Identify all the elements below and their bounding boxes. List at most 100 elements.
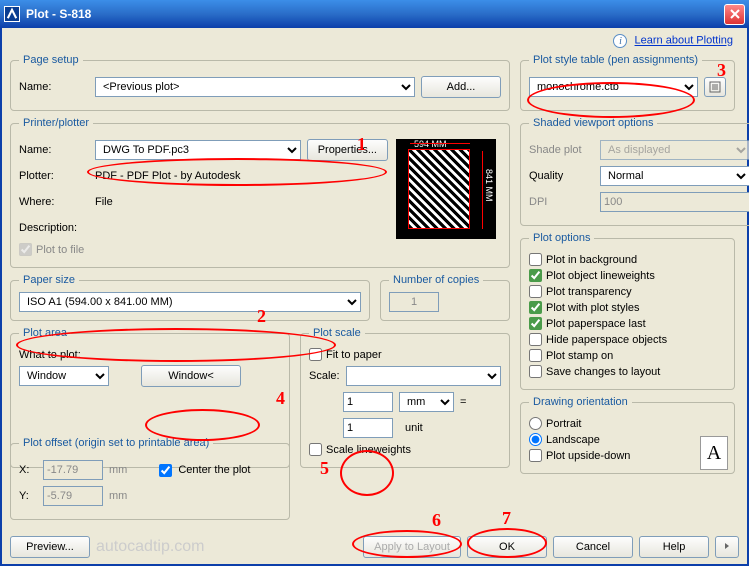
pagesetup-name-select[interactable]: <Previous plot> [95, 77, 415, 97]
scale-select[interactable] [346, 366, 501, 386]
scale-unit-select[interactable]: mm [399, 392, 454, 412]
plot-lw-checkbox[interactable] [529, 269, 542, 282]
upside-down-checkbox[interactable] [529, 449, 542, 462]
center-plot-label: Center the plot [178, 464, 250, 476]
window-pick-button[interactable]: Window< [141, 365, 241, 387]
plot-offset-legend: Plot offset (origin set to printable are… [19, 437, 213, 449]
scale-lineweights-checkbox[interactable] [309, 443, 322, 456]
scale-mm-input[interactable] [343, 392, 393, 412]
plot-area-legend: Plot area [19, 327, 71, 339]
quality-select[interactable]: Normal [600, 166, 749, 186]
copies-legend: Number of copies [389, 274, 483, 286]
plot-stamp-label: Plot stamp on [546, 350, 613, 362]
annotation-7: 7 [502, 508, 511, 529]
ok-button[interactable]: OK [467, 536, 547, 558]
info-icon: i [613, 34, 627, 48]
annotation-6: 6 [432, 510, 441, 531]
equals-label: = [460, 396, 466, 408]
expand-button[interactable] [715, 536, 739, 558]
plotter-label: Plotter: [19, 170, 89, 182]
preview-button[interactable]: Preview... [10, 536, 90, 558]
save-changes-label: Save changes to layout [546, 366, 660, 378]
apply-layout-button: Apply to Layout [363, 536, 461, 558]
annotation-1: 1 [357, 134, 366, 155]
preview-width-label: 594 MM [414, 139, 447, 149]
scale-label: Scale: [309, 370, 340, 382]
save-changes-checkbox[interactable] [529, 365, 542, 378]
portrait-radio[interactable] [529, 417, 542, 430]
paper-size-select[interactable]: ISO A1 (594.00 x 841.00 MM) [19, 292, 361, 312]
copies-input [389, 292, 439, 312]
help-button[interactable]: Help [639, 536, 709, 558]
paperspace-last-checkbox[interactable] [529, 317, 542, 330]
plot-style-select[interactable]: monochrome.ctb [529, 77, 698, 97]
paper-preview: 594 MM 841 MM [396, 139, 496, 239]
orientation-icon: A [700, 436, 728, 470]
properties-button[interactable]: Properties... [307, 139, 388, 161]
copies-group: Number of copies [380, 274, 510, 321]
close-button[interactable] [724, 4, 745, 25]
annotation-5: 5 [320, 458, 329, 479]
y-unit-label: mm [109, 490, 127, 502]
scale-lineweights-label: Scale lineweights [326, 444, 411, 456]
where-value: File [95, 196, 113, 208]
x-unit-label: mm [109, 464, 127, 476]
plot-bg-checkbox[interactable] [529, 253, 542, 266]
offset-x-input [43, 460, 103, 480]
plot-styles-label: Plot with plot styles [546, 302, 640, 314]
plot-to-file-label: Plot to file [36, 244, 84, 256]
plot-transparency-label: Plot transparency [546, 286, 632, 298]
landscape-radio[interactable] [529, 433, 542, 446]
plot-styles-checkbox[interactable] [529, 301, 542, 314]
paper-size-legend: Paper size [19, 274, 79, 286]
dpi-input [600, 192, 749, 212]
printer-name-select[interactable]: DWG To PDF.pc3 [95, 140, 301, 160]
portrait-label: Portrait [546, 418, 581, 430]
plot-scale-group: Plot scale Fit to paper Scale: mm = [300, 327, 510, 468]
desc-label: Description: [19, 222, 89, 234]
shade-plot-label: Shade plot [529, 144, 594, 156]
scale-unit-input[interactable] [343, 418, 393, 438]
watermark: autocadtip.com [96, 538, 205, 556]
what-to-plot-select[interactable]: Window [19, 366, 109, 386]
plotter-value: PDF - PDF Plot - by Autodesk [95, 170, 241, 182]
where-label: Where: [19, 196, 89, 208]
plot-options-legend: Plot options [529, 232, 594, 244]
offset-y-input [43, 486, 103, 506]
quality-label: Quality [529, 170, 594, 182]
shaded-legend: Shaded viewport options [529, 117, 657, 129]
plot-options-group: Plot options Plot in background Plot obj… [520, 232, 735, 390]
unit-label: unit [399, 422, 454, 434]
printer-legend: Printer/plotter [19, 117, 93, 129]
orientation-legend: Drawing orientation [529, 396, 632, 408]
plot-transparency-checkbox[interactable] [529, 285, 542, 298]
x-label: X: [19, 464, 37, 476]
paperspace-last-label: Plot paperspace last [546, 318, 646, 330]
paper-size-group: Paper size ISO A1 (594.00 x 841.00 MM) [10, 274, 370, 321]
annotation-2: 2 [257, 306, 266, 327]
annotation-4: 4 [276, 388, 285, 409]
add-button[interactable]: Add... [421, 76, 501, 98]
page-setup-legend: Page setup [19, 54, 83, 66]
app-icon [4, 6, 20, 22]
hide-paperspace-checkbox[interactable] [529, 333, 542, 346]
window-title: Plot - S-818 [26, 7, 724, 21]
orientation-group: Drawing orientation Portrait Landscape P… [520, 396, 735, 474]
printer-name-label: Name: [19, 144, 89, 156]
learn-plotting-link[interactable]: Learn about Plotting [635, 35, 733, 47]
center-plot-checkbox[interactable] [159, 464, 172, 477]
cancel-button[interactable]: Cancel [553, 536, 633, 558]
fit-to-paper-checkbox[interactable] [309, 348, 322, 361]
plot-to-file-checkbox [19, 243, 32, 256]
hide-paperspace-label: Hide paperspace objects [546, 334, 667, 346]
landscape-label: Landscape [546, 434, 600, 446]
plot-style-legend: Plot style table (pen assignments) [529, 54, 702, 66]
page-setup-group: Page setup Name: <Previous plot> Add... [10, 54, 510, 111]
y-label: Y: [19, 490, 37, 502]
upside-down-label: Plot upside-down [546, 450, 630, 462]
plot-stamp-checkbox[interactable] [529, 349, 542, 362]
shade-plot-select: As displayed [600, 140, 749, 160]
annotation-3: 3 [717, 60, 726, 81]
dpi-label: DPI [529, 196, 594, 208]
printer-group: Printer/plotter Name: DWG To PDF.pc3 Pro… [10, 117, 510, 268]
